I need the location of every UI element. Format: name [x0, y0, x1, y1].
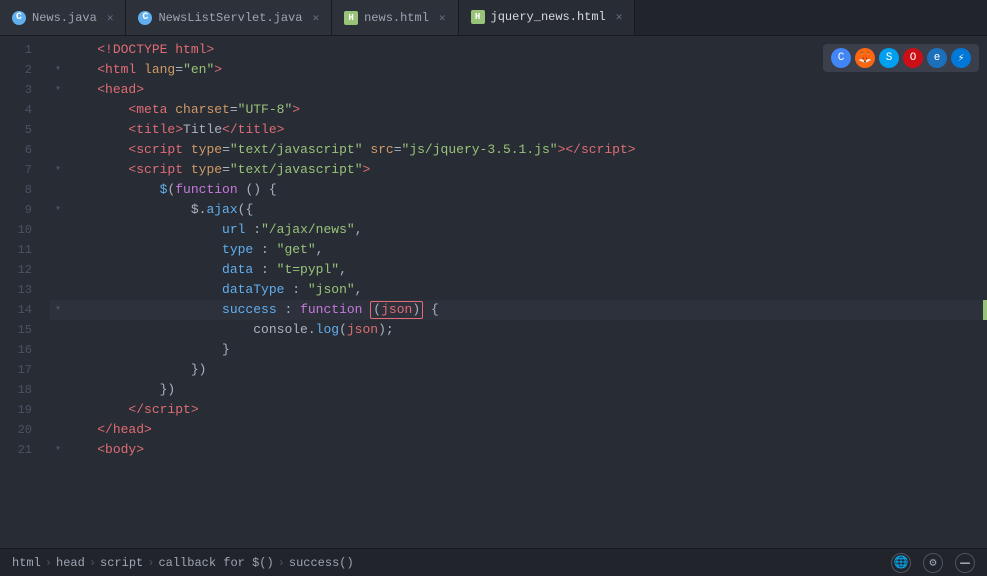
- code-line-5: <title>Title</title>: [50, 120, 987, 140]
- editor-container: 1 2 3 4 5 6 7 8 9 10 11 12 13 14 15 16 1…: [0, 36, 987, 548]
- ln-12: 12: [8, 260, 32, 280]
- code-line-17: }): [50, 360, 987, 380]
- tab-close-newslist[interactable]: ✕: [312, 11, 319, 25]
- code-line-7: ▾ <script type="text/javascript">: [50, 160, 987, 180]
- ln-8: 8: [8, 180, 32, 200]
- fold-14[interactable]: ▾: [50, 300, 66, 320]
- fold-4: [50, 100, 66, 120]
- code-line-21: ▾ <body>: [50, 440, 987, 460]
- fold-9[interactable]: ▾: [50, 200, 66, 220]
- breadcrumb-callback: callback for $(): [158, 556, 273, 570]
- fold-12: [50, 260, 66, 280]
- code-line-18: }): [50, 380, 987, 400]
- fold-1: [50, 40, 66, 60]
- ln-9: 9: [8, 200, 32, 220]
- tab-bar: C News.java ✕ C NewsListServlet.java ✕ H…: [0, 0, 987, 36]
- json-param-highlight: (json): [370, 301, 423, 319]
- code-line-19: </script>: [50, 400, 987, 420]
- ln-1: 1: [8, 40, 32, 60]
- code-line-4: <meta charset="UTF-8">: [50, 100, 987, 120]
- ln-2: 2: [8, 60, 32, 80]
- code-line-10: url :"/ajax/news",: [50, 220, 987, 240]
- ln-4: 4: [8, 100, 32, 120]
- code-line-15: console.log(json);: [50, 320, 987, 340]
- ln-15: 15: [8, 320, 32, 340]
- tab-close-jquery[interactable]: ✕: [616, 10, 623, 24]
- tab-news-java[interactable]: C News.java ✕: [0, 0, 126, 35]
- fold-5: [50, 120, 66, 140]
- breadcrumb-script: script: [100, 556, 143, 570]
- fold-3[interactable]: ▾: [50, 80, 66, 100]
- code-line-9: ▾ $.ajax({: [50, 200, 987, 220]
- java-icon2: C: [138, 11, 152, 25]
- ln-5: 5: [8, 120, 32, 140]
- status-right: 🌐 ⚙ —: [891, 553, 975, 573]
- breadcrumb-success: success(): [289, 556, 354, 570]
- ln-17: 17: [8, 360, 32, 380]
- code-line-3: ▾ <head>: [50, 80, 987, 100]
- breadcrumb-head: head: [56, 556, 85, 570]
- ln-18: 18: [8, 380, 32, 400]
- ln-19: 19: [8, 400, 32, 420]
- line-numbers: 1 2 3 4 5 6 7 8 9 10 11 12 13 14 15 16 1…: [0, 36, 42, 548]
- tab-label2: NewsListServlet.java: [158, 11, 302, 25]
- fold-6: [50, 140, 66, 160]
- code-line-20: </head>: [50, 420, 987, 440]
- fold-7[interactable]: ▾: [50, 160, 66, 180]
- code-line-8: $(function () {: [50, 180, 987, 200]
- fold-20: [50, 420, 66, 440]
- tab-jquery-news-html[interactable]: H jquery_news.html ✕: [459, 0, 636, 35]
- tab-label4: jquery_news.html: [491, 10, 606, 24]
- code-line-13: dataType : "json",: [50, 280, 987, 300]
- fold-8: [50, 180, 66, 200]
- fold-2[interactable]: ▾: [50, 60, 66, 80]
- tab-close-news-html[interactable]: ✕: [439, 11, 446, 25]
- ln-10: 10: [8, 220, 32, 240]
- code-line-16: }: [50, 340, 987, 360]
- tab-news-html[interactable]: H news.html ✕: [332, 0, 458, 35]
- code-line-14: ▾ success : function (json) {: [50, 300, 987, 320]
- fold-18: [50, 380, 66, 400]
- java-icon: C: [12, 11, 26, 25]
- fold-11: [50, 240, 66, 260]
- html-icon2: H: [471, 10, 485, 24]
- ln-21: 21: [8, 440, 32, 460]
- breadcrumb-html: html: [12, 556, 41, 570]
- code-line-6: <script type="text/javascript" src="js/j…: [50, 140, 987, 160]
- tab-label: News.java: [32, 11, 97, 25]
- green-indicator: [983, 300, 987, 320]
- ln-16: 16: [8, 340, 32, 360]
- ln-13: 13: [8, 280, 32, 300]
- code-editor[interactable]: C 🦊 S O e ⚡ <!DOCTYPE html> ▾ <html lang…: [42, 36, 987, 548]
- fold-10: [50, 220, 66, 240]
- minus-status-icon[interactable]: —: [955, 553, 975, 573]
- fold-15: [50, 320, 66, 340]
- tab-close-news-java[interactable]: ✕: [107, 11, 114, 25]
- ln-14: 14: [8, 300, 32, 320]
- ln-11: 11: [8, 240, 32, 260]
- ln-20: 20: [8, 420, 32, 440]
- settings-status-icon[interactable]: ⚙: [923, 553, 943, 573]
- fold-21[interactable]: ▾: [50, 440, 66, 460]
- globe-status-icon[interactable]: 🌐: [891, 553, 911, 573]
- ln-3: 3: [8, 80, 32, 100]
- code-line-12: data : "t=pypl",: [50, 260, 987, 280]
- tab-label3: news.html: [364, 11, 429, 25]
- code-line-2: ▾ <html lang="en">: [50, 60, 987, 80]
- code-line-11: type : "get",: [50, 240, 987, 260]
- fold-17: [50, 360, 66, 380]
- ln-7: 7: [8, 160, 32, 180]
- status-bar: html › head › script › callback for $() …: [0, 548, 987, 576]
- fold-19: [50, 400, 66, 420]
- code-line-1: <!DOCTYPE html>: [50, 40, 987, 60]
- ln-6: 6: [8, 140, 32, 160]
- breadcrumb: html › head › script › callback for $() …: [12, 556, 354, 570]
- tab-newslist-servlet[interactable]: C NewsListServlet.java ✕: [126, 0, 332, 35]
- fold-16: [50, 340, 66, 360]
- fold-13: [50, 280, 66, 300]
- html-icon: H: [344, 11, 358, 25]
